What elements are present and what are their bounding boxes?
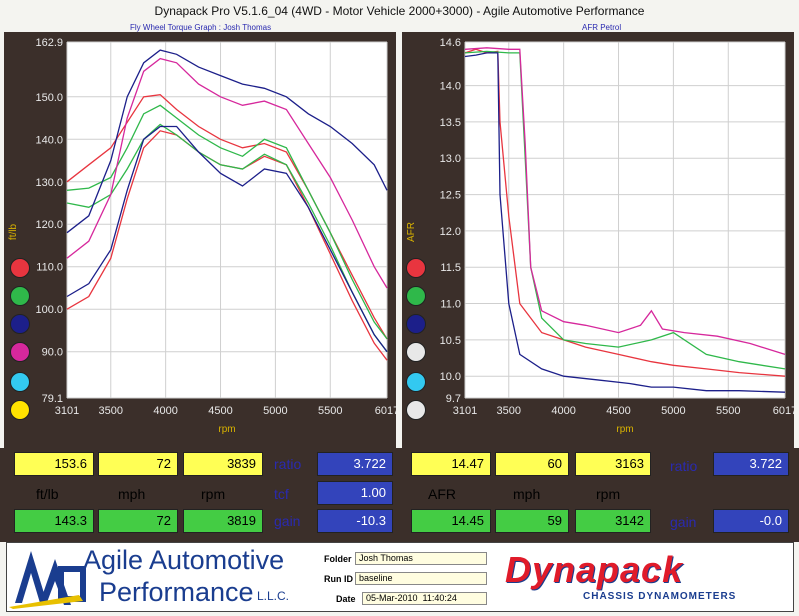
x-tick-label: 3101 [453, 405, 477, 417]
y-tick-label: 10.5 [440, 335, 461, 347]
window-title: Dynapack Pro V5.1.6_04 (4WD - Motor Vehi… [154, 4, 645, 18]
left-torque-unit: ft/lb [36, 486, 59, 502]
right-peak-afr: 14.45 [411, 509, 491, 533]
y-tick-label: 13.0 [440, 153, 461, 165]
x-tick-label: 6017 [773, 405, 794, 417]
left-cursor-rpm: 3839 [183, 452, 263, 476]
x-axis-label: rpm [616, 424, 633, 435]
x-tick-label: 5500 [318, 405, 342, 417]
y-tick-label: 10.0 [440, 371, 461, 383]
right-chart-title: AFR Petrol [582, 23, 622, 32]
y-tick-label: 150.0 [35, 92, 63, 104]
plot-area [67, 42, 387, 398]
afr-dot-white-2[interactable] [406, 400, 426, 420]
y-tick-label: 130.0 [35, 177, 63, 189]
y-tick-label: 11.5 [440, 262, 461, 274]
company-name-line2: Performance [99, 577, 254, 607]
x-tick-label: 6017 [375, 405, 396, 417]
afr-dot-cyan[interactable] [406, 372, 426, 392]
folder-value: Josh Thomas [355, 552, 487, 565]
x-tick-label: 4500 [606, 405, 630, 417]
y-tick-label: 12.5 [440, 190, 461, 202]
y-tick-label: 120.0 [35, 219, 63, 231]
right-peak-mph: 59 [495, 509, 569, 533]
x-tick-label: 3500 [99, 405, 123, 417]
afr-dot-white-1[interactable] [406, 342, 426, 362]
torque-chart: 3101 3500 4000 4500 5000 5500 6017 162.9 150.0 14… [8, 37, 396, 435]
right-peak-rpm: 3142 [575, 509, 651, 533]
run-dot-green[interactable] [10, 286, 30, 306]
left-rpm-unit: rpm [201, 486, 226, 502]
y-axis-label: AFR [406, 222, 417, 242]
x-tick-label: 3500 [497, 405, 521, 417]
right-cursor-rpm: 3163 [575, 452, 651, 476]
y-tick-label: 110.0 [36, 262, 63, 274]
y-tick-label: 14.6 [440, 37, 461, 49]
runid-value: baseline [355, 572, 487, 585]
x-tick-label: 3101 [55, 405, 79, 417]
right-cursor-mph: 60 [495, 452, 569, 476]
right-ratio-value: 3.722 [713, 452, 789, 476]
left-chart-title: Fly Wheel Torque Graph : Josh Thomas [130, 23, 272, 32]
run-dot-yellow[interactable] [10, 400, 30, 420]
date-value: 05-Mar-2010 11:40:24 [362, 592, 487, 605]
run-dot-magenta[interactable] [10, 342, 30, 362]
left-peak-mph: 72 [98, 509, 178, 533]
folder-label: Folder [324, 554, 352, 564]
x-tick-label: 4500 [208, 405, 232, 417]
x-tick-label: 5500 [716, 405, 740, 417]
afr-dot-green[interactable] [406, 286, 426, 306]
y-tick-label: 90.0 [42, 347, 63, 359]
left-tcf-value: 1.00 [317, 481, 393, 505]
company-suffix: L.L.C. [257, 589, 290, 603]
y-tick-label: 162.9 [35, 37, 63, 49]
run-dot-red[interactable] [10, 258, 30, 278]
report-footer: Agile Automotive Performance L.L.C. Fold… [6, 542, 794, 612]
y-tick-label: 9.7 [446, 393, 461, 405]
x-tick-label: 5000 [661, 405, 685, 417]
company-name-line1: Agile Automotive [83, 545, 285, 575]
left-cursor-mph: 72 [98, 452, 178, 476]
right-gain-value: -0.0 [713, 509, 789, 533]
x-axis-label: rpm [218, 424, 235, 435]
run-dot-cyan[interactable] [10, 372, 30, 392]
y-tick-label: 79.1 [42, 393, 63, 405]
left-ratio-label: ratio [274, 456, 302, 472]
right-afr-unit: AFR [428, 486, 456, 502]
left-mph-unit: mph [118, 486, 146, 502]
runid-label: Run ID [324, 574, 353, 584]
x-tick-label: 4000 [551, 405, 575, 417]
y-tick-label: 12.0 [440, 226, 461, 238]
left-tcf-label: tcf [274, 486, 289, 502]
left-ratio-value: 3.722 [317, 452, 393, 476]
right-mph-unit: mph [513, 486, 541, 502]
dynapack-logo: Dynapack [505, 549, 684, 590]
y-tick-label: 100.0 [35, 304, 63, 316]
afr-chart: 3101 3500 4000 4500 5000 5500 6017 14.6 14.0 13.5… [406, 37, 794, 435]
x-tick-label: 5000 [263, 405, 287, 417]
left-gain-label: gain [274, 513, 301, 529]
left-cursor-torque: 153.6 [14, 452, 94, 476]
y-tick-label: 11.0 [440, 299, 461, 311]
right-cursor-afr: 14.47 [411, 452, 491, 476]
right-rpm-unit: rpm [596, 486, 621, 502]
plot-area [465, 42, 785, 398]
aap-logo-icon [9, 551, 86, 609]
afr-dot-blue[interactable] [406, 314, 426, 334]
afr-dot-red[interactable] [406, 258, 426, 278]
left-peak-torque: 143.3 [14, 509, 94, 533]
left-peak-rpm: 3819 [183, 509, 263, 533]
y-tick-label: 13.5 [440, 117, 461, 129]
dynapack-subtitle: CHASSIS DYNAMOMETERS [583, 591, 737, 602]
y-axis-label: ft/lb [8, 224, 19, 241]
date-label: Date [336, 594, 356, 604]
right-ratio-label: ratio [670, 458, 698, 474]
left-gain-value: -10.3 [317, 509, 393, 533]
run-dot-blue[interactable] [10, 314, 30, 334]
y-tick-label: 140.0 [35, 134, 63, 146]
right-gain-label: gain [670, 514, 697, 530]
x-tick-label: 4000 [153, 405, 177, 417]
y-tick-label: 14.0 [440, 81, 461, 93]
